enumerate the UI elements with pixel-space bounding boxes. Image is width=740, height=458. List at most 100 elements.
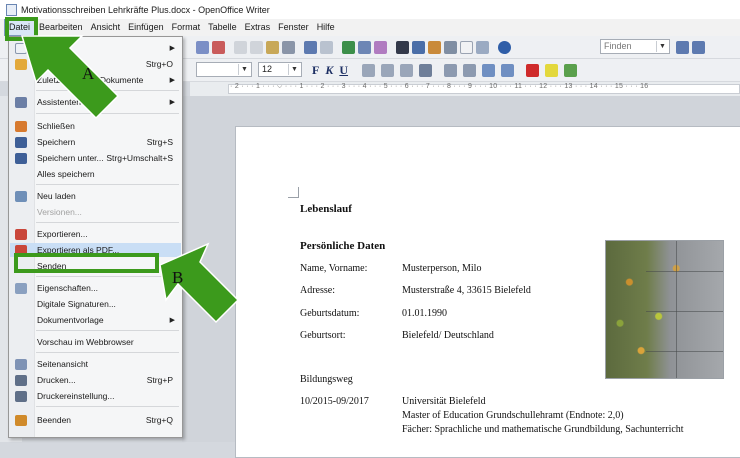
bullets-icon[interactable] [463,63,477,77]
menu-separator [36,352,179,353]
profile-photo[interactable] [605,240,724,379]
bold-button[interactable]: F [312,63,319,78]
font-size-field[interactable]: 12 ▼ [258,62,302,77]
menu-separator [36,276,179,277]
file-menu-recent[interactable]: Zuletzt benutzte Dokumente ▶ [10,73,181,87]
file-menu-save-all[interactable]: Alles speichern [10,167,181,181]
font-color-icon[interactable] [526,63,540,77]
background-color-icon[interactable] [564,63,578,77]
menu-ansicht[interactable]: Ansicht [87,20,125,35]
row-value-name: Musterperson, Milo [402,263,482,274]
chevron-down-icon[interactable]: ▼ [288,64,300,75]
cut-icon[interactable] [234,40,247,54]
open-folder-icon [15,58,27,70]
chevron-down-icon[interactable]: ▼ [238,64,250,75]
highlighting-icon[interactable] [545,63,559,77]
spellcheck-icon[interactable] [196,40,209,54]
close-document-icon [15,120,27,132]
format-paintbrush-icon[interactable] [282,40,295,54]
copy-icon[interactable] [250,40,263,54]
printer-settings-icon [15,390,27,402]
datasources-icon[interactable] [444,40,457,54]
window-titlebar: Motivationsschreiben Lehrkräfte Plus.doc… [0,0,740,20]
navigator-icon[interactable] [412,40,425,54]
menu-separator [36,184,179,185]
menu-item-label: Druckereinstellung... [37,391,115,401]
menu-bearbeiten[interactable]: Bearbeiten [35,20,87,35]
file-menu-printer-settings[interactable]: Druckereinstellung... [10,389,181,403]
file-menu-open[interactable]: Öffnen... Strg+O [10,57,181,71]
gallery-icon[interactable] [428,40,441,54]
file-menu-exit[interactable]: Beenden Strg+Q [10,413,181,427]
submenu-arrow-icon: ▶ [169,99,175,106]
annotation-label-b: B [172,268,184,287]
menu-fenster[interactable]: Fenster [274,20,313,35]
undo-icon[interactable] [304,40,317,54]
file-menu-versions[interactable]: Versionen... [10,205,181,219]
file-menu-save[interactable]: Speichern Strg+S [10,135,181,149]
photo-paving-line [646,311,723,312]
menu-extras[interactable]: Extras [241,20,275,35]
hyperlink-icon[interactable] [342,40,355,54]
italic-button[interactable]: K [325,63,333,78]
find-replace-icon[interactable] [396,40,409,54]
file-menu-digital-signatures[interactable]: Digitale Signaturen... [10,297,181,311]
file-menu-save-as[interactable]: Speichern unter... Strg+Umschalt+S [10,151,181,165]
row-label-birthdate: Geburtsdatum: [300,308,360,319]
justify-icon[interactable] [419,63,433,77]
menu-tabelle[interactable]: Tabelle [204,20,241,35]
education-line-3: Fächer: Sprachliche und mathematische Gr… [402,424,684,435]
file-menu-page-preview[interactable]: Seitenansicht [10,357,181,371]
file-menu-reload[interactable]: Neu laden [10,189,181,203]
window-title: Motivationsschreiben Lehrkräfte Plus.doc… [21,4,270,15]
align-left-icon[interactable] [362,63,376,77]
photo-paving-line [646,351,723,352]
photo-paving-line [646,271,723,272]
decrease-indent-icon[interactable] [482,63,496,77]
file-menu-wizards[interactable]: Assistenten ▶ [10,95,181,109]
menu-item-label: Versionen... [37,207,82,217]
file-menu-close[interactable]: Schließen [10,119,181,133]
menu-item-label: Beenden [37,415,72,425]
file-menu-export[interactable]: Exportieren... [10,227,181,241]
menu-einfuegen[interactable]: Einfügen [124,20,168,35]
increase-indent-icon[interactable] [501,63,515,77]
autospell-icon[interactable] [212,40,225,54]
formatting-marks-icon[interactable] [460,40,473,54]
search-placeholder: Finden [604,41,632,51]
row-label-birthplace: Geburtsort: [300,330,346,341]
font-name-field[interactable]: ▼ [196,62,252,77]
align-center-icon[interactable] [381,63,395,77]
underline-button[interactable]: U [339,63,348,78]
file-menu-preview-web[interactable]: Vorschau im Webbrowser [10,335,181,349]
numbering-icon[interactable] [444,63,458,77]
horizontal-ruler[interactable]: · 2 · · · 1 · · · ⌵ · · · 1 · · · 2 · · … [190,82,740,97]
draw-functions-icon[interactable] [374,40,387,54]
menu-item-shortcut: Strg+P [146,375,173,385]
redo-icon[interactable] [320,40,333,54]
help-icon[interactable] [498,40,511,54]
chevron-down-icon[interactable]: ▼ [656,41,668,52]
file-menu-print[interactable]: Drucken... Strg+P [10,373,181,387]
document-title: Lebenslauf [300,203,352,215]
menu-hilfe[interactable]: Hilfe [313,20,339,35]
row-label-name: Name, Vorname: [300,263,368,274]
file-menu-new[interactable]: N ▶ [10,41,181,55]
find-next-icon[interactable] [676,40,689,54]
file-menu-templates[interactable]: Dokumentvorlage ▶ [10,313,181,327]
paste-icon[interactable] [266,40,279,54]
align-right-icon[interactable] [400,63,414,77]
search-input[interactable]: Finden ▼ [600,39,670,54]
table-icon[interactable] [358,40,371,54]
menu-item-shortcut: Strg+O [145,59,173,69]
menu-separator [36,90,179,91]
page-preview-icon [15,358,27,370]
zoom-icon[interactable] [476,40,489,54]
menu-item-label: Alles speichern [37,169,95,179]
find-previous-icon[interactable] [692,40,705,54]
menu-item-label: Speichern unter... [37,153,104,163]
file-menu-properties[interactable]: Eigenschaften... [10,281,181,295]
menu-item-label: Vorschau im Webbrowser [37,337,134,347]
menu-separator [36,330,179,331]
menu-format[interactable]: Format [168,20,205,35]
